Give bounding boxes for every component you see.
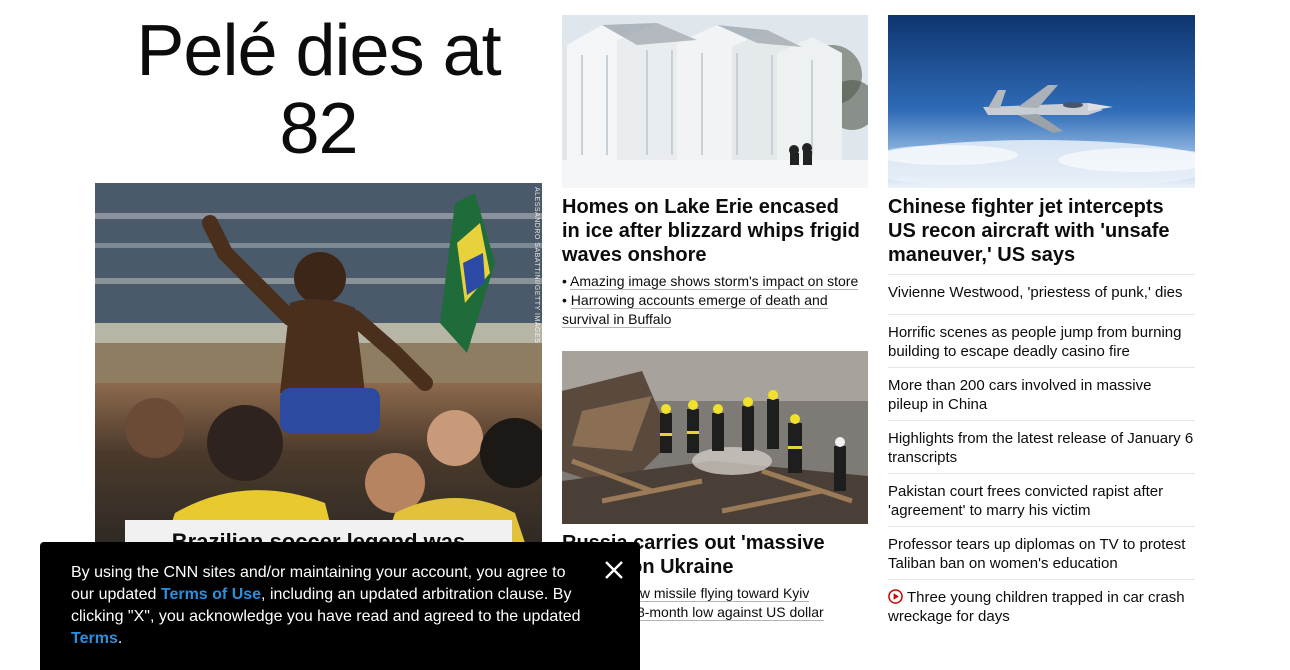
ice-bullet-link-2[interactable]: Harrowing accounts emerge of death and s… [562, 292, 828, 328]
headline-link-china-pileup[interactable]: More than 200 cars involved in massive p… [888, 377, 1151, 413]
fighter-jet-photo[interactable] [888, 15, 1195, 188]
play-icon [888, 589, 903, 604]
fighter-jet-illustration [888, 15, 1195, 188]
list-item: Three young children trapped in car cras… [888, 579, 1195, 632]
headline-list: Vivienne Westwood, 'priestess of punk,' … [888, 274, 1195, 632]
ice-story-headline[interactable]: Homes on Lake Erie encased in ice after … [562, 195, 862, 267]
photo-credit: ALESSANDRO SABATTINI/GETTY IMAGES [533, 187, 540, 344]
headline-link-westwood[interactable]: Vivienne Westwood, 'priestess of punk,' … [888, 284, 1183, 301]
terms-text: By using the CNN sites and/or maintainin… [71, 562, 591, 650]
list-item: Professor tears up diplomas on TV to pro… [888, 526, 1195, 579]
list-item: Horrific scenes as people jump from burn… [888, 314, 1195, 367]
list-item: Vivienne Westwood, 'priestess of punk,' … [888, 274, 1195, 314]
list-item: • Amazing image shows storm's impact on … [562, 273, 859, 290]
terms-banner: By using the CNN sites and/or maintainin… [40, 542, 640, 670]
lead-headline[interactable]: Pelé dies at 82 [95, 12, 542, 168]
pele-celebration-illustration [95, 183, 542, 543]
ice-story-bullets: • Amazing image shows storm's impact on … [562, 272, 868, 329]
rubble-rescue-illustration [562, 351, 868, 524]
list-item: More than 200 cars involved in massive p… [888, 367, 1195, 420]
headline-link-taliban-diplomas[interactable]: Professor tears up diplomas on TV to pro… [888, 536, 1185, 572]
ice-bullet-link-1[interactable]: Amazing image shows storm's impact on st… [570, 273, 859, 290]
close-icon[interactable] [602, 558, 626, 582]
headline-link-casino-fire[interactable]: Horrific scenes as people jump from burn… [888, 324, 1181, 360]
headline-link-pakistan-court[interactable]: Pakistan court frees convicted rapist af… [888, 483, 1163, 519]
jet-story-headline[interactable]: Chinese fighter jet intercepts US recon … [888, 195, 1195, 267]
terms-of-use-link[interactable]: Terms of Use [161, 586, 261, 603]
ukraine-rubble-photo[interactable] [562, 351, 868, 524]
lead-photo-pele[interactable]: ALESSANDRO SABATTINI/GETTY IMAGES [95, 183, 542, 543]
list-item: • Harrowing accounts emerge of death and… [562, 292, 828, 328]
list-item: Highlights from the latest release of Ja… [888, 420, 1195, 473]
headline-link-children-crash[interactable]: Three young children trapped in car cras… [888, 589, 1185, 625]
terms-link[interactable]: Terms [71, 630, 118, 647]
list-item: Pakistan court frees convicted rapist af… [888, 473, 1195, 526]
ice-homes-photo[interactable] [562, 15, 868, 188]
headline-link-jan6-transcripts[interactable]: Highlights from the latest release of Ja… [888, 430, 1193, 466]
terms-text-part-3: . [117, 630, 123, 647]
ice-homes-illustration [562, 15, 868, 188]
close-button[interactable] [602, 558, 626, 582]
